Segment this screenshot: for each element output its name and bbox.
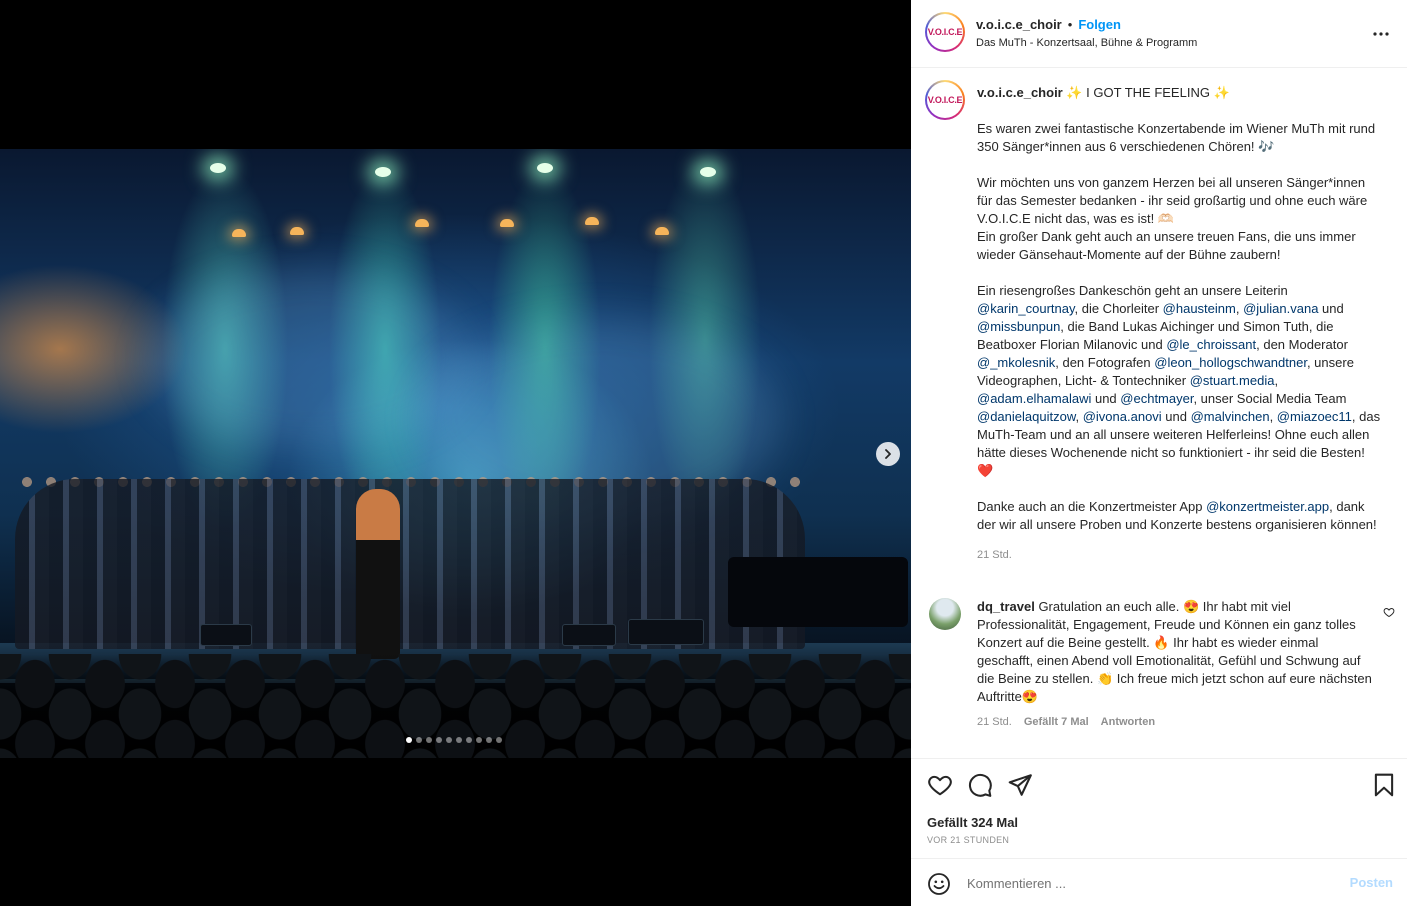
reply-button[interactable]: Antworten (1101, 716, 1155, 728)
heart-icon (928, 775, 952, 796)
mention-link[interactable]: @leon_hollogschwandtner (1154, 355, 1307, 370)
stage-spotlight (537, 163, 553, 173)
carousel-dot (456, 737, 462, 743)
mention-link[interactable]: @konzertmeister.app (1206, 499, 1329, 514)
carousel-dot (476, 737, 482, 743)
carousel-dot (436, 737, 442, 743)
caption-paragraph: Wir möchten uns von ganzem Herzen bei al… (977, 175, 1368, 226)
grand-piano (728, 557, 908, 627)
stage-speaker (628, 619, 704, 645)
bookmark-icon (1374, 773, 1394, 797)
comments-scroll-area[interactable]: V.O.I.C.E v.o.i.c.e_choir ✨ I GOT THE FE… (911, 68, 1407, 758)
carousel-dot (416, 737, 422, 743)
post-actions: Gefällt 324 Mal VOR 21 STUNDEN (911, 758, 1407, 858)
comment-input[interactable] (967, 873, 1337, 893)
more-options-button[interactable] (1371, 24, 1391, 44)
carousel-dot (426, 737, 432, 743)
save-button[interactable] (1371, 772, 1397, 798)
stage-spotlight (210, 163, 226, 173)
mention-link[interactable]: @_mkolesnik (977, 355, 1055, 370)
caption-paragraph: Ein großer Dank geht auch an unsere treu… (977, 229, 1356, 262)
like-count[interactable]: Gefällt 324 Mal (927, 815, 1018, 830)
separator-dot: • (1067, 17, 1073, 32)
commenter-username[interactable]: dq_travel (977, 599, 1035, 614)
like-button[interactable] (927, 772, 953, 798)
carousel-indicators (406, 737, 502, 743)
concert-photo[interactable] (0, 149, 911, 758)
follow-button[interactable]: Folgen (1078, 17, 1121, 32)
stage-lamp (585, 217, 599, 225)
stage-lamp (232, 229, 246, 237)
post-media (0, 0, 911, 906)
mention-link[interactable]: @echtmayer (1120, 391, 1193, 406)
mention-link[interactable]: @miazoec11 (1277, 409, 1352, 424)
carousel-dot (466, 737, 472, 743)
caption-title: ✨ I GOT THE FEELING ✨ (1066, 85, 1230, 100)
stage-spotlight (375, 167, 391, 177)
more-horizontal-icon (1373, 32, 1389, 36)
comment-timestamp[interactable]: 21 Std. (977, 716, 1012, 728)
post-location[interactable]: Das MuTh - Konzertsaal, Bühne & Programm (976, 37, 1197, 49)
carousel-dot (486, 737, 492, 743)
conductor (356, 489, 400, 659)
comment-icon (968, 773, 992, 797)
caption: v.o.i.c.e_choir ✨ I GOT THE FEELING ✨ Es… (977, 84, 1383, 564)
heart-icon (1383, 607, 1395, 618)
comment: dq_travel Gratulation an euch alle. 😍 Ih… (977, 598, 1377, 731)
mention-link[interactable]: @stuart.media (1190, 373, 1275, 388)
carousel-next-button[interactable] (876, 442, 900, 466)
caption-timestamp[interactable]: 21 Std. (977, 546, 1383, 564)
post-header: V.O.I.C.E v.o.i.c.e_choir • Folgen Das MuT… (911, 0, 1407, 68)
author-username[interactable]: v.o.i.c.e_choir (976, 17, 1062, 32)
mention-link[interactable]: @julian.vana (1243, 301, 1318, 316)
share-button[interactable] (1007, 772, 1033, 798)
caption-thanks-paragraph: Ein riesengroßes Dankeschön geht an unse… (977, 283, 1381, 478)
mention-link[interactable]: @malvinchen (1191, 409, 1270, 424)
mention-link[interactable]: @danielaquitzow (977, 409, 1075, 424)
stage-lamp (655, 227, 669, 235)
comment-composer: Posten (911, 858, 1407, 906)
comment-like-count[interactable]: Gefällt 7 Mal (1024, 716, 1089, 728)
caption-username[interactable]: v.o.i.c.e_choir (977, 85, 1063, 100)
mention-link[interactable]: @karin_courtnay (977, 301, 1075, 316)
emoji-icon (928, 873, 950, 895)
caption-app-paragraph: Danke auch an die Konzertmeister App @ko… (977, 499, 1377, 532)
stage-lamp (290, 227, 304, 235)
carousel-dot (406, 737, 412, 743)
mention-link[interactable]: @missbunpun (977, 319, 1060, 334)
mention-link[interactable]: @adam.elhamalawi (977, 391, 1091, 406)
post-comment-button[interactable]: Posten (1350, 875, 1393, 890)
commenter-avatar[interactable] (929, 598, 961, 630)
avatar-logo: V.O.I.C.E (927, 95, 963, 105)
send-icon (1008, 774, 1032, 796)
post-sidebar: V.O.I.C.E v.o.i.c.e_choir • Folgen Das MuT… (911, 0, 1407, 906)
emoji-button[interactable] (927, 872, 951, 901)
author-avatar[interactable]: V.O.I.C.E (925, 12, 965, 52)
chevron-right-icon (885, 449, 891, 459)
mention-link[interactable]: @ivona.anovi (1083, 409, 1162, 424)
stage-lamp (500, 219, 514, 227)
stage-lamp (415, 219, 429, 227)
stage-spotlight (700, 167, 716, 177)
stage-speaker (562, 624, 616, 646)
post-timestamp[interactable]: VOR 21 STUNDEN (927, 835, 1009, 845)
mention-link[interactable]: @hausteinm (1163, 301, 1236, 316)
comment-text: Gratulation an euch alle. 😍 Ihr habt mit… (977, 599, 1372, 704)
mention-link[interactable]: @le_chroissant (1166, 337, 1256, 352)
comment-like-button[interactable] (1383, 605, 1395, 623)
carousel-dot (496, 737, 502, 743)
caption-author-avatar[interactable]: V.O.I.C.E (925, 80, 965, 120)
caption-paragraph: Es waren zwei fantastische Konzertabende… (977, 121, 1376, 154)
avatar-logo: V.O.I.C.E (927, 27, 963, 37)
comment-button[interactable] (967, 772, 993, 798)
stage-speaker (200, 624, 252, 646)
carousel-dot (446, 737, 452, 743)
